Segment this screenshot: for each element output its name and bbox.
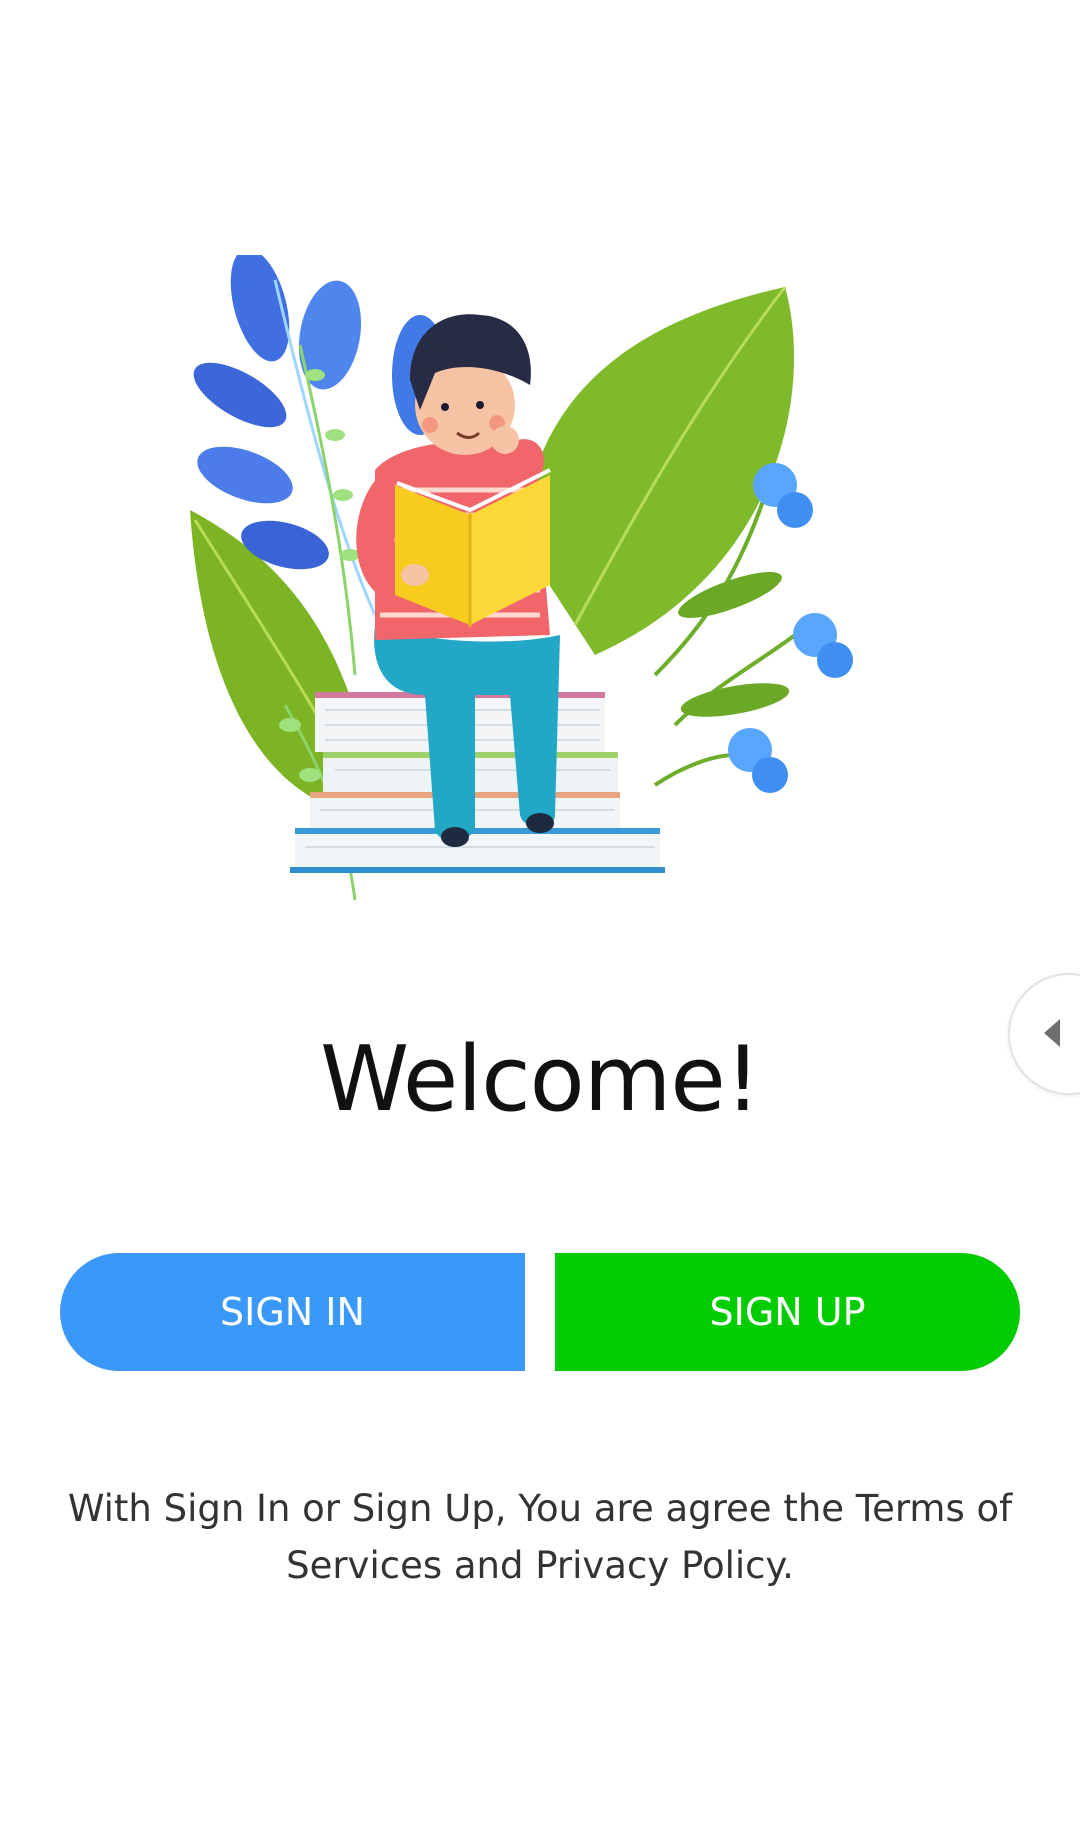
blue-flower: [753, 463, 813, 528]
blue-leaf: [230, 255, 290, 362]
welcome-title: Welcome!: [320, 1027, 761, 1132]
book-stack: [290, 692, 665, 873]
blue-leaf: [298, 280, 362, 390]
sign-in-button[interactable]: SIGN IN: [60, 1253, 525, 1371]
blue-flower: [728, 728, 788, 793]
green-leaf-small: [680, 683, 790, 717]
blue-leaf: [193, 362, 287, 428]
boy-reading-book-illustration: [190, 255, 853, 901]
blue-flower: [793, 613, 853, 678]
blue-leaf: [197, 446, 293, 504]
terms-notice: With Sign In or Sign Up, You are agree t…: [67, 1487, 1013, 1587]
chevron-left-icon: [1044, 1019, 1060, 1047]
sign-up-button[interactable]: SIGN UP: [555, 1253, 1020, 1371]
